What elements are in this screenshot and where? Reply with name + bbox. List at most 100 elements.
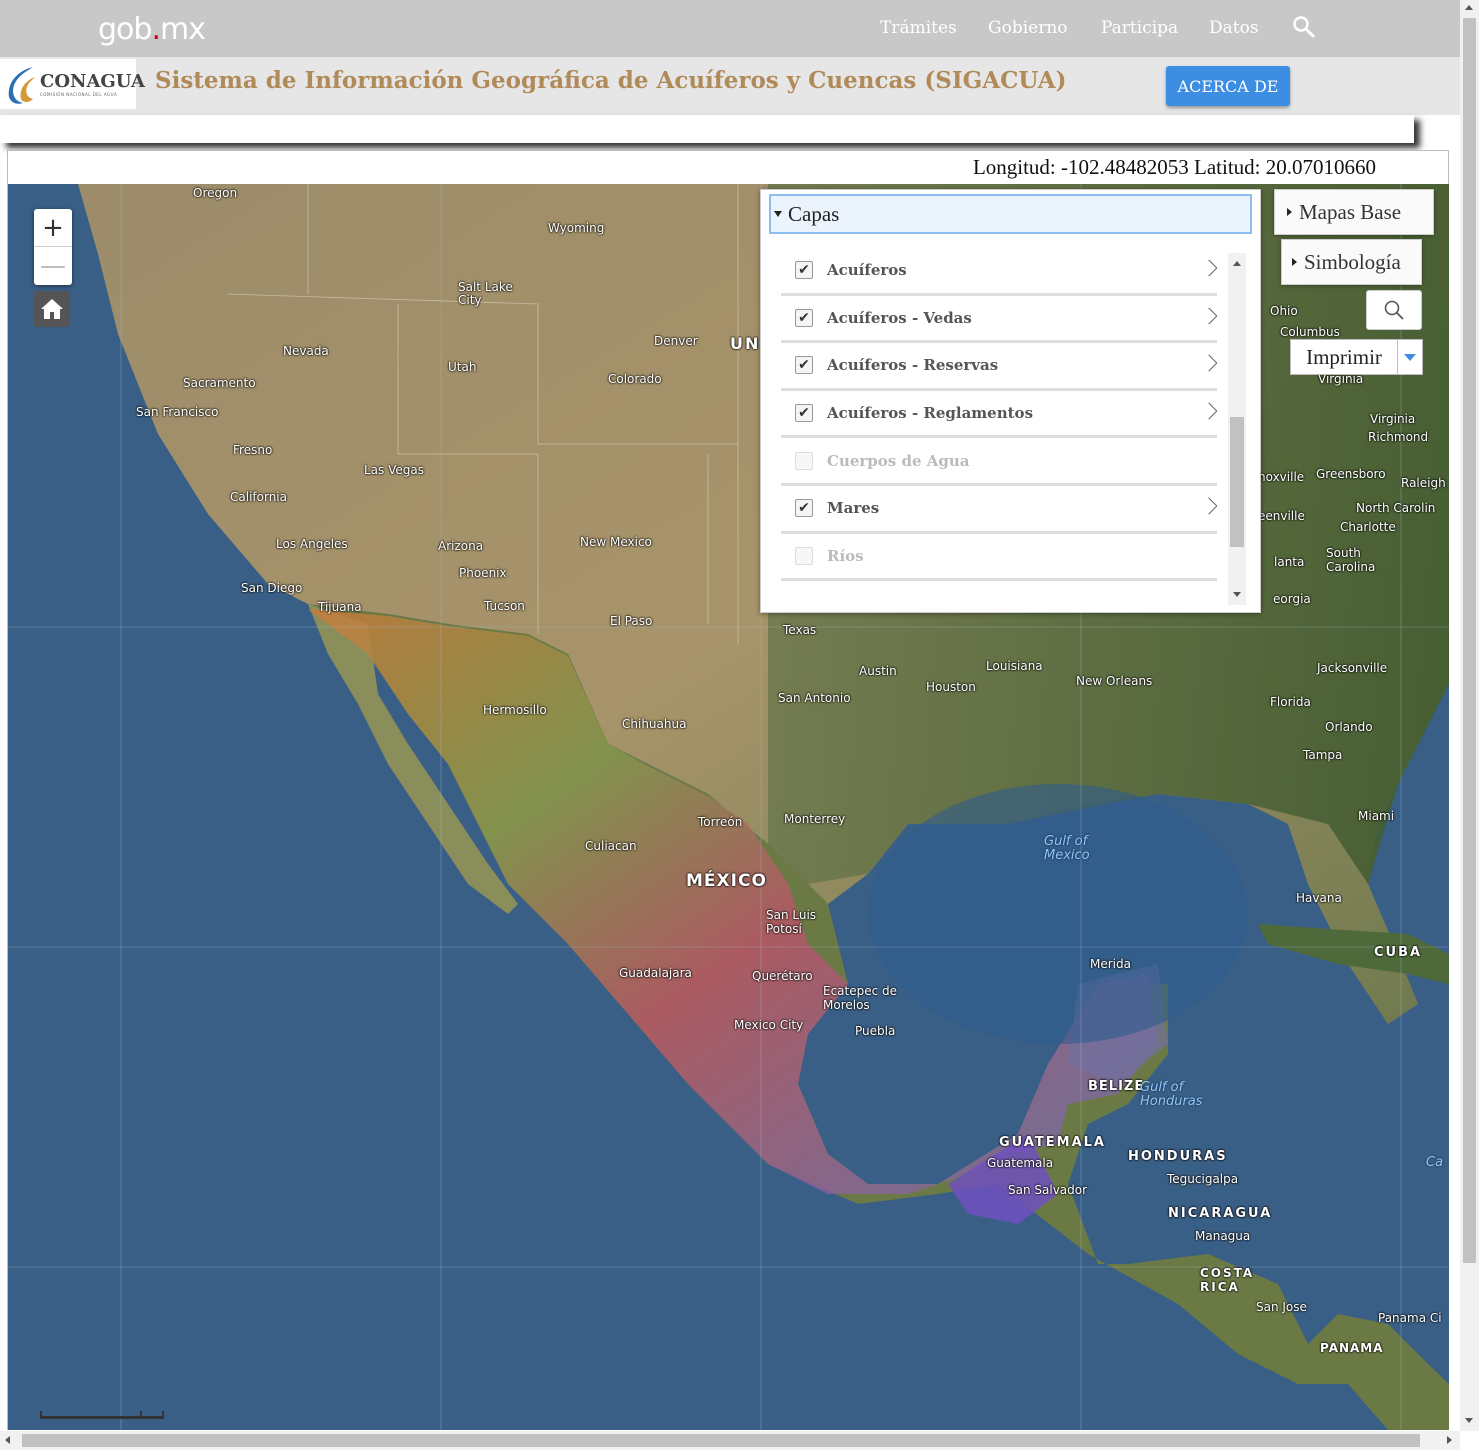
layer-item[interactable]: ✔ Acuíferos - Reservas [781,343,1217,391]
map-label: Querétaro [752,969,813,983]
conagua-subtitle: COMISIÓN NACIONAL DEL AGUA [40,92,118,97]
map-label: Florida [1270,695,1311,709]
map-label: Tegucigalpa [1167,1172,1239,1186]
nav-gobierno[interactable]: Gobierno [988,18,1068,38]
layer-checkbox[interactable]: ✔ [795,261,813,280]
map-label: Arizona [438,539,484,553]
scroll-down-icon[interactable] [1465,1418,1473,1423]
scroll-thumb[interactable] [1463,18,1476,1263]
map-label: Los Angeles [276,537,348,551]
zoom-in-button[interactable]: + [34,209,72,247]
layer-checkbox[interactable]: ✔ [795,356,813,375]
zoom-control: + — [34,209,72,285]
chevron-right-icon[interactable] [1200,307,1217,325]
map-label: noxville [1258,470,1305,484]
layer-item[interactable]: ✔ Acuíferos [781,248,1217,296]
base-maps-button[interactable]: Mapas Base [1274,189,1434,235]
layers-panel-title: Capas [788,201,840,226]
map-label: Richmond [1368,430,1429,444]
map-label: Wyoming [548,221,605,235]
scroll-down-icon[interactable] [1233,592,1241,597]
map-label: San Jose [1256,1300,1307,1314]
map-search-button[interactable] [1366,290,1422,330]
scale-bar [40,1411,164,1419]
symbology-label: Simbología [1304,249,1401,274]
scroll-left-icon[interactable] [5,1436,10,1444]
caret-down-icon [774,211,782,217]
map-label: Charlotte [1340,520,1396,534]
gob-logo[interactable]: gob.mx [98,12,206,47]
map-label: Ecatepec de Morelos [823,984,898,1012]
map-label: Ca [1426,1155,1444,1170]
layer-item[interactable]: ✔ Acuíferos - Vedas [781,296,1217,344]
chevron-right-icon[interactable] [1200,497,1217,515]
nav-tramites[interactable]: Trámites [880,18,957,38]
map-label: Orlando [1325,720,1373,734]
layer-name: Acuíferos - Vedas [827,308,972,327]
map-label: Columbus [1280,325,1340,339]
layer-item[interactable]: Cuerpos de Agua [781,438,1217,486]
map-label: Culiacan [585,839,637,853]
conagua-emblem-icon [8,67,35,104]
map-label: Jacksonville [1317,661,1388,675]
map-label: Utah [448,360,477,374]
scroll-right-icon[interactable] [1447,1436,1452,1444]
layer-item[interactable]: ✔ Mares [781,486,1217,534]
base-maps-label: Mapas Base [1299,199,1402,224]
symbology-button[interactable]: Simbología [1281,239,1422,285]
layer-checkbox[interactable] [795,546,813,565]
map-label: BELIZE [1088,1079,1145,1094]
about-button[interactable]: ACERCA DE [1166,66,1290,106]
map-label: Gulf of Honduras [1140,1080,1203,1109]
map-canvas[interactable]: Oregon Wyoming Salt Lake City Nevada Uta… [8,184,1449,1430]
map-label: North Carolin [1356,501,1436,515]
scroll-up-icon[interactable] [1465,5,1473,10]
layer-name: Ríos [827,546,864,565]
layers-scrollbar[interactable] [1228,253,1246,605]
layer-checkbox[interactable]: ✔ [795,499,813,518]
layer-checkbox[interactable]: ✔ [795,308,813,327]
map-label: Colorado [608,372,662,386]
nav-datos[interactable]: Datos [1209,18,1259,38]
map-label: Salt Lake City [458,280,513,307]
map-label: Panama Ci [1378,1311,1442,1325]
zoom-out-button[interactable]: — [34,247,72,285]
layers-panel: Capas ✔ Acuíferos ✔ Acuíferos - Vedas ✔ … [760,189,1261,613]
page-vertical-scrollbar[interactable] [1460,0,1479,1431]
map-label: Austin [859,664,897,678]
map-label: Merida [1090,957,1131,971]
layer-checkbox[interactable] [795,451,813,470]
layer-item[interactable]: Ríos [781,534,1217,582]
chevron-right-icon[interactable] [1200,354,1217,372]
map-label: NICARAGUA [1168,1206,1273,1221]
layer-item[interactable]: ✔ Acuíferos - Reglamentos [781,391,1217,439]
scroll-thumb[interactable] [22,1434,1420,1447]
map-label: Texas [783,623,817,637]
map-label: New Mexico [580,535,652,549]
map-label: Ohio [1270,304,1298,318]
map-label: eorgia [1273,592,1311,606]
scroll-thumb[interactable] [1230,417,1244,547]
map-label: San Diego [241,581,303,595]
chevron-right-icon[interactable] [1200,259,1217,277]
map-label: MÉXICO [686,871,767,891]
print-dropdown-button[interactable] [1398,339,1423,375]
map-label: California [230,490,287,504]
scroll-up-icon[interactable] [1233,261,1241,266]
search-icon[interactable] [1292,15,1316,39]
map-label: Tampa [1303,748,1343,762]
layers-panel-header[interactable]: Capas [769,194,1252,234]
map-label: San Salvador [1008,1183,1088,1197]
map-label: Managua [1195,1229,1251,1243]
page-horizontal-scrollbar[interactable] [0,1431,1460,1450]
home-button[interactable] [34,291,70,327]
chevron-right-icon[interactable] [1200,402,1217,420]
map-label: UN [730,334,761,353]
layer-checkbox[interactable]: ✔ [795,404,813,423]
header-divider [0,115,1414,143]
home-icon [41,299,63,319]
layers-list: ✔ Acuíferos ✔ Acuíferos - Vedas ✔ Acuífe… [781,248,1217,608]
print-button[interactable]: Imprimir [1290,339,1398,375]
map-label: Guadalajara [619,966,692,980]
nav-participa[interactable]: Participa [1101,18,1178,38]
